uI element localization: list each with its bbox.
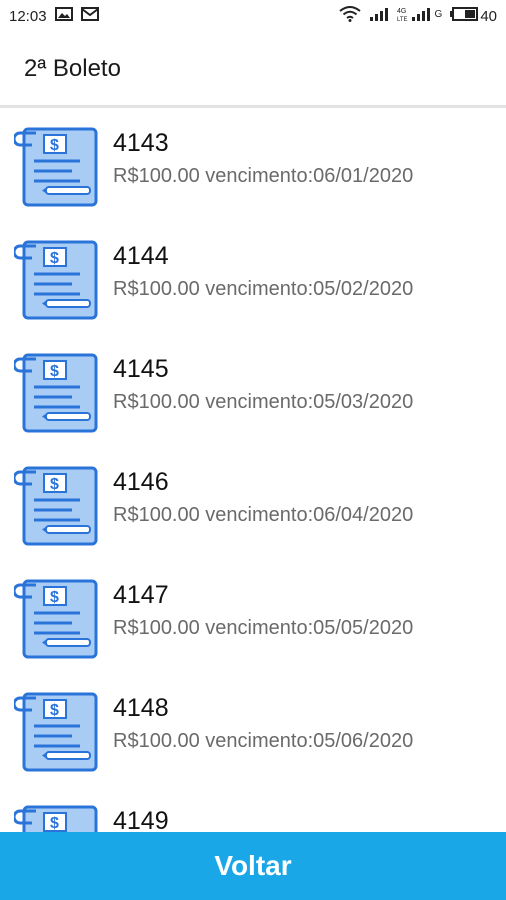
boleto-number: 4144	[113, 242, 169, 270]
svg-text:$: $	[50, 476, 59, 493]
mail-icon	[80, 7, 99, 25]
voltar-button[interactable]: Voltar	[0, 832, 506, 900]
boleto-bill-icon: $	[12, 353, 100, 433]
boleto-details: R$100.00 vencimento:06/01/2020	[113, 165, 414, 187]
app-header: 2ª Boleto	[0, 32, 506, 108]
list-item[interactable]: $ 4147 R$100.00 vencimento:05/05/2020	[0, 563, 506, 676]
signal-4g-icon: 4G LTE	[397, 6, 433, 26]
boleto-number: 4147	[113, 581, 169, 609]
page-title: 2ª Boleto	[24, 54, 121, 82]
status-time: 12:03	[9, 7, 47, 25]
image-icon	[54, 7, 73, 25]
boleto-bill-icon: $	[12, 466, 100, 546]
boleto-number: 4145	[113, 355, 169, 383]
svg-text:4G: 4G	[397, 8, 406, 15]
status-bar-right: 4G LTE G 40	[338, 6, 497, 26]
wifi-icon	[338, 6, 361, 26]
battery-level: 40	[480, 7, 497, 25]
signal-icon	[369, 7, 389, 25]
svg-text:$: $	[50, 815, 59, 832]
svg-text:$: $	[50, 250, 59, 267]
boleto-bill-icon: $	[12, 240, 100, 320]
boleto-details: R$100.00 vencimento:05/02/2020	[113, 278, 414, 300]
boleto-number: 4143	[113, 129, 169, 157]
network-type-label: G	[434, 9, 443, 20]
boleto-details: R$100.00 vencimento:05/05/2020	[113, 617, 414, 639]
boleto-bill-icon: $	[12, 127, 100, 207]
boleto-bill-icon: $	[12, 579, 100, 659]
svg-text:$: $	[50, 702, 59, 719]
boleto-bill-icon: $	[12, 805, 100, 832]
list-item[interactable]: $ 4146 R$100.00 vencimento:06/04/2020	[0, 450, 506, 563]
boleto-number: 4146	[113, 468, 169, 496]
list-item[interactable]: $ 4144 R$100.00 vencimento:05/02/2020	[0, 224, 506, 337]
status-bar-left: 12:03	[9, 7, 99, 25]
boleto-details: R$100.00 vencimento:05/03/2020	[113, 391, 414, 413]
status-bar: 12:03 4G LTE G 40	[0, 0, 506, 32]
list-item[interactable]: $ 4145 R$100.00 vencimento:05/03/2020	[0, 337, 506, 450]
boleto-list[interactable]: $ 4143 R$100.00 vencimento:06/01/2020 $	[0, 111, 506, 832]
list-item[interactable]: $ 4149	[0, 789, 506, 832]
boleto-number: 4149	[113, 807, 169, 832]
boleto-details: R$100.00 vencimento:06/04/2020	[113, 504, 414, 526]
svg-text:$: $	[50, 589, 59, 606]
boleto-details: R$100.00 vencimento:05/06/2020	[113, 730, 414, 752]
list-item[interactable]: $ 4148 R$100.00 vencimento:05/06/2020	[0, 676, 506, 789]
battery-icon	[450, 7, 479, 25]
svg-text:$: $	[50, 363, 59, 380]
boleto-bill-icon: $	[12, 692, 100, 772]
svg-text:LTE: LTE	[397, 17, 408, 22]
boleto-number: 4148	[113, 694, 169, 722]
list-item[interactable]: $ 4143 R$100.00 vencimento:06/01/2020	[0, 111, 506, 224]
svg-text:$: $	[50, 137, 59, 154]
